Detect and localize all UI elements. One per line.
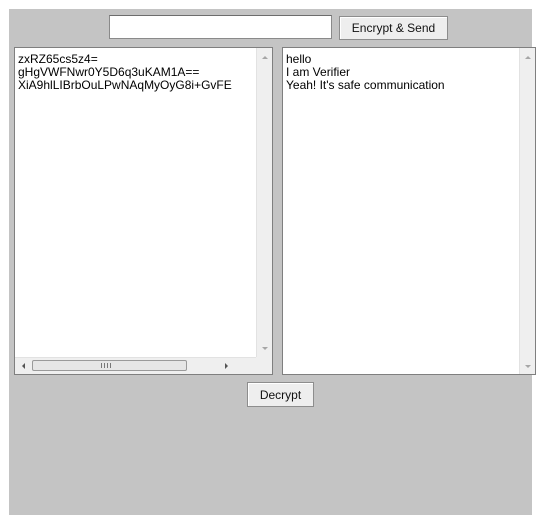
- vertical-scrollbar[interactable]: [519, 48, 535, 374]
- horizontal-scrollbar[interactable]: [15, 357, 256, 374]
- message-input[interactable]: [109, 15, 332, 39]
- grip-icon: [101, 363, 111, 368]
- scroll-up-icon[interactable]: [525, 56, 531, 59]
- encrypted-text: zxRZ65cs5z4= gHgVWFNwr0Y5D6q3uKAM1A== Xi…: [18, 52, 232, 92]
- encrypted-text-area[interactable]: zxRZ65cs5z4= gHgVWFNwr0Y5D6q3uKAM1A== Xi…: [14, 47, 273, 375]
- scroll-thumb[interactable]: [32, 360, 187, 371]
- scroll-up-icon[interactable]: [262, 56, 268, 59]
- scroll-down-icon[interactable]: [262, 347, 268, 350]
- scroll-left-icon[interactable]: [22, 363, 25, 369]
- decrypted-text-area[interactable]: hello I am Verifier Yeah! It's safe comm…: [282, 47, 536, 375]
- scrollbar-corner: [256, 357, 272, 374]
- decrypt-button[interactable]: Decrypt: [247, 382, 314, 407]
- decrypted-text: hello I am Verifier Yeah! It's safe comm…: [286, 52, 445, 92]
- scroll-down-icon[interactable]: [525, 365, 531, 368]
- scroll-right-icon[interactable]: [225, 363, 228, 369]
- encrypt-send-button[interactable]: Encrypt & Send: [339, 16, 448, 40]
- vertical-scrollbar[interactable]: [256, 48, 272, 358]
